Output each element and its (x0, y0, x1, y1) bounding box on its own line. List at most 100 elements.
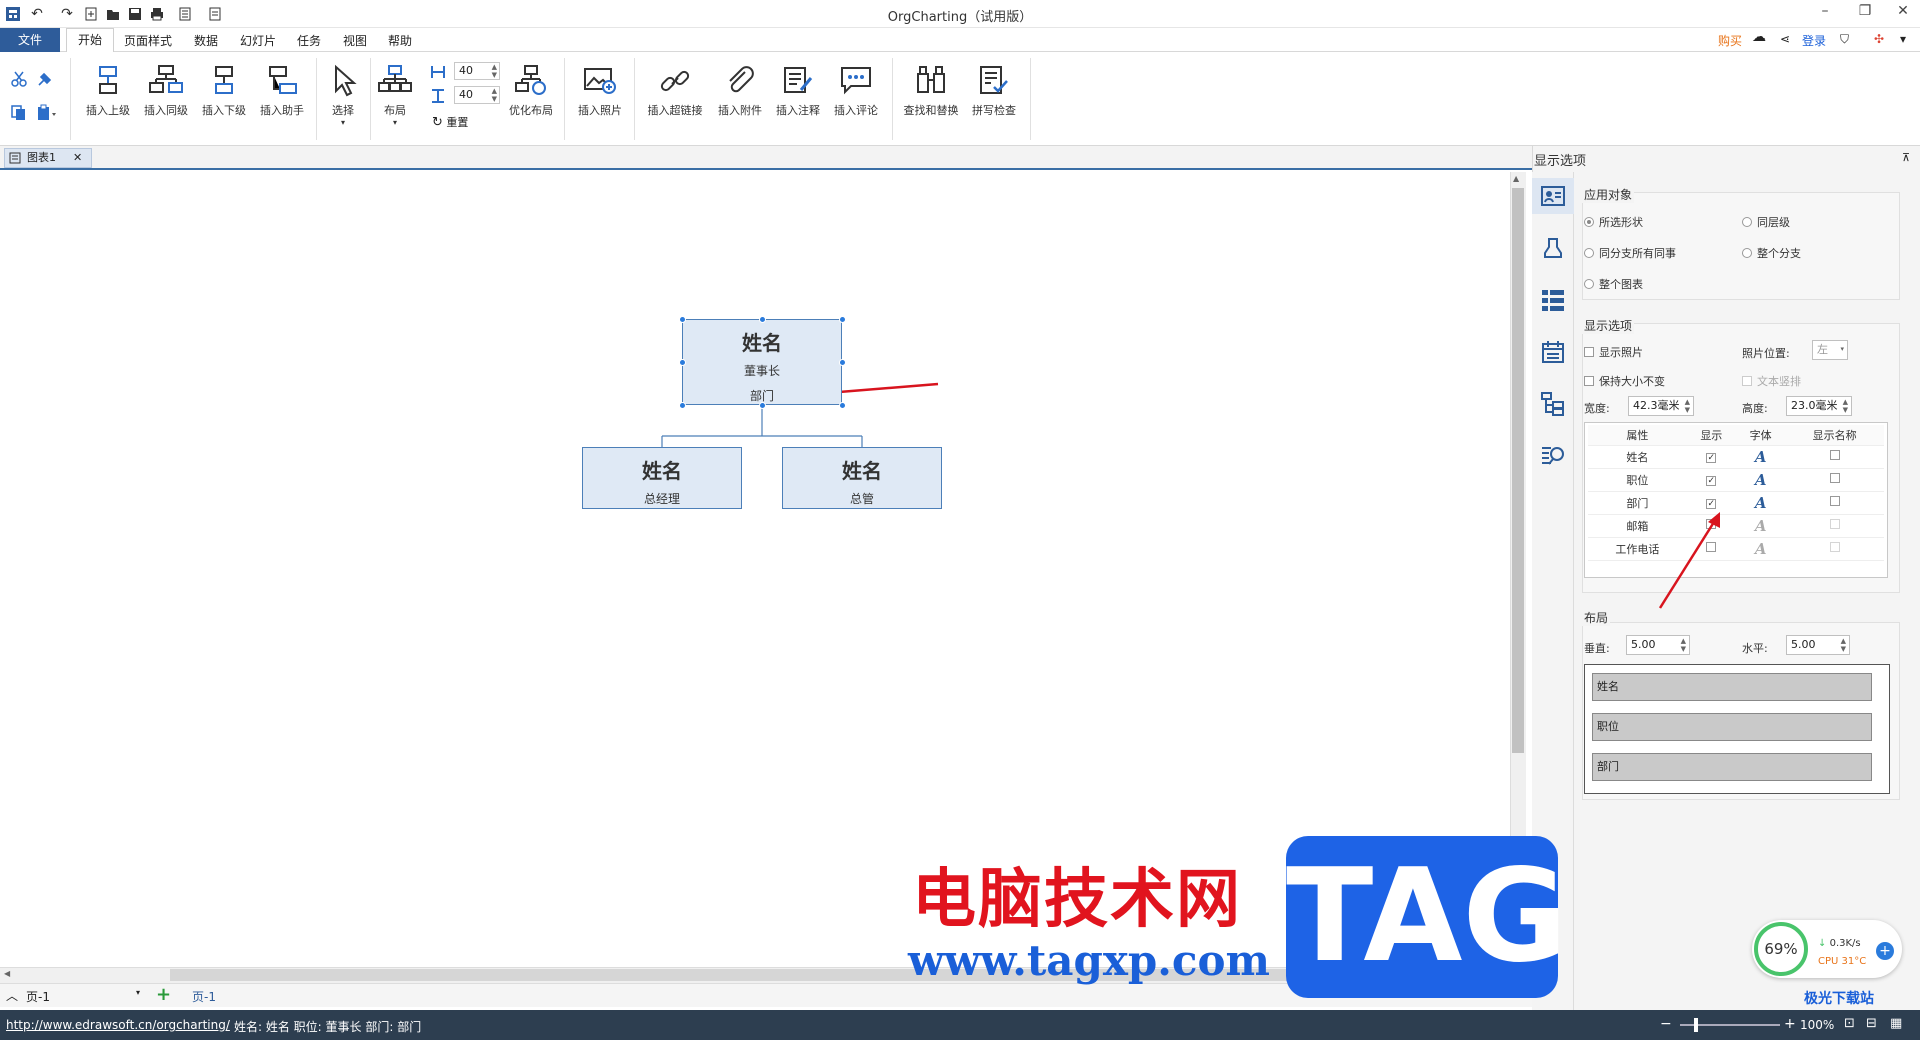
pin-icon[interactable]: ⊼ (1902, 151, 1910, 164)
field-order-item[interactable]: 职位 (1592, 713, 1872, 741)
width-value: 42.3毫米 (1633, 399, 1680, 412)
radio-branch-peers[interactable]: 同分支所有同事 (1584, 245, 1676, 261)
minimize-icon[interactable]: – (1810, 3, 1840, 25)
radio-whole-branch[interactable]: 整个分支 (1742, 245, 1801, 261)
show-name-checkbox[interactable] (1829, 496, 1840, 506)
selection-handle[interactable] (679, 316, 686, 323)
scroll-up-icon[interactable]: ▲ (1513, 174, 1519, 183)
cloud-icon[interactable]: ☁ (1752, 29, 1766, 45)
keep-size-checkbox[interactable]: 保持大小不变 (1584, 373, 1665, 389)
vertical-text-checkbox[interactable]: 文本竖排 (1742, 373, 1801, 389)
watermark-text: 电脑技术网 (912, 863, 1242, 937)
show-checkbox-checked[interactable]: ✓ (1706, 453, 1717, 463)
display-options-icon[interactable] (1532, 178, 1574, 214)
status-info: 姓名: 姓名 职位: 董事长 部门: 部门 (234, 1020, 422, 1034)
spin-arrows-icon[interactable]: ▲ ▼ (1841, 637, 1846, 653)
vertical-scroll-thumb[interactable] (1512, 188, 1524, 753)
radio-whole-chart[interactable]: 整个图表 (1584, 276, 1643, 292)
font-icon[interactable]: A (1755, 517, 1767, 535)
font-icon[interactable]: A (1755, 471, 1767, 489)
full-screen-icon[interactable]: ▦ (1890, 1016, 1902, 1031)
field-order-item[interactable]: 姓名 (1592, 673, 1872, 701)
page-select[interactable]: 页-1 (26, 988, 50, 1005)
org-connectors (661, 382, 939, 447)
radio-dot-icon (1584, 279, 1594, 289)
share-icon[interactable]: ⋖ (1780, 32, 1790, 46)
horizontal-gap-label: 水平: (1742, 642, 1768, 655)
show-name-checkbox[interactable] (1829, 473, 1840, 483)
radio-selected-shapes[interactable]: 所选形状 (1584, 214, 1643, 230)
org-node-child[interactable]: 姓名 总管 (782, 447, 942, 509)
radio-same-level[interactable]: 同层级 (1742, 214, 1790, 230)
selection-handle[interactable] (839, 359, 846, 366)
status-url-link[interactable]: http://www.edrawsoft.cn/orgcharting/ (6, 1018, 230, 1032)
show-photo-checkbox[interactable]: 显示照片 (1584, 344, 1643, 360)
selection-handle[interactable] (839, 402, 846, 409)
buy-link[interactable]: 购买 (1718, 32, 1742, 49)
org-node-root[interactable]: 姓名 董事长 部门 (682, 319, 842, 405)
show-name-checkbox[interactable] (1829, 519, 1840, 529)
selection-handle[interactable] (679, 402, 686, 409)
radio-dot-icon (1742, 217, 1752, 227)
table-row: 部门 ✓ A (1588, 491, 1884, 515)
horizontal-gap-input[interactable]: 5.00 ▲ ▼ (1786, 635, 1850, 655)
show-checkbox-checked[interactable]: ✓ (1706, 476, 1717, 486)
vertical-gap-input[interactable]: 5.00 ▲ ▼ (1626, 635, 1690, 655)
list-view-icon[interactable] (1532, 282, 1574, 318)
selection-handle[interactable] (839, 316, 846, 323)
node-name: 姓名 (742, 331, 782, 355)
zoom-in-icon[interactable]: + (1784, 1016, 1796, 1032)
fit-width-icon[interactable]: ⊟ (1866, 1016, 1877, 1031)
photo-position-value: 左 (1817, 343, 1828, 356)
fit-page-icon[interactable]: ⊡ (1844, 1016, 1855, 1031)
width-label: 宽度: (1584, 402, 1610, 415)
table-row: 姓名 ✓ A (1588, 445, 1884, 469)
spin-arrows-icon[interactable]: ▲ ▼ (1685, 398, 1690, 414)
font-icon[interactable]: A (1755, 448, 1767, 466)
menu-more-icon[interactable]: ▾ (1900, 32, 1906, 46)
selection-handle[interactable] (759, 402, 766, 409)
page-tab[interactable]: 页-1 (192, 988, 216, 1005)
calendar-icon[interactable] (1532, 334, 1574, 370)
show-name-checkbox[interactable] (1829, 542, 1840, 552)
zoom-slider-thumb[interactable] (1694, 1018, 1698, 1032)
org-node-child[interactable]: 姓名 总经理 (582, 447, 742, 509)
radio-label: 整个图表 (1599, 278, 1643, 291)
field-order-item[interactable]: 部门 (1592, 753, 1872, 781)
spin-arrows-icon[interactable]: ▲ ▼ (1681, 637, 1686, 653)
photo-position-select[interactable]: 左 ▾ (1812, 340, 1848, 360)
scroll-left-icon[interactable]: ◀ (4, 969, 10, 978)
net-speed-value: 0.3K/s (1829, 938, 1861, 949)
watermark-tag-logo: TAG (1286, 836, 1568, 998)
plugin-icon[interactable]: ✣ (1874, 32, 1884, 46)
close-icon[interactable]: ✕ (1888, 3, 1918, 25)
download-arrow-icon: ↓ (1818, 938, 1827, 949)
spin-arrows-icon[interactable]: ▲ ▼ (1843, 398, 1848, 414)
page-dropdown-icon[interactable]: ▾ (136, 988, 140, 997)
site-watermark: 极光下载站 (1804, 991, 1874, 1007)
radio-dot-icon (1584, 248, 1594, 258)
font-icon[interactable]: A (1755, 540, 1767, 558)
dropdown-arrow-icon[interactable]: ▾ (1840, 345, 1844, 353)
login-link[interactable]: 登录 (1802, 32, 1826, 49)
horizontal-gap-value: 5.00 (1791, 638, 1816, 651)
show-name-checkbox[interactable] (1829, 450, 1840, 460)
table-row: 工作电话 A (1588, 537, 1884, 561)
tree-view-icon[interactable] (1532, 386, 1574, 422)
selection-handle[interactable] (679, 359, 686, 366)
shirt-icon[interactable]: ⛉ (1840, 32, 1849, 47)
page-up-icon[interactable]: ︿ (6, 987, 18, 1004)
attr-name: 姓名 (1588, 445, 1687, 469)
width-input[interactable]: 42.3毫米 ▲ ▼ (1628, 396, 1694, 416)
search-icon[interactable] (1532, 438, 1574, 474)
node-name: 姓名 (642, 459, 682, 483)
restore-icon[interactable]: ❐ (1850, 3, 1880, 25)
height-input[interactable]: 23.0毫米 ▲ ▼ (1786, 396, 1852, 416)
selection-handle[interactable] (759, 316, 766, 323)
add-page-icon[interactable]: + (156, 984, 171, 1005)
style-icon[interactable] (1532, 230, 1574, 266)
checkbox-label: 显示照片 (1599, 346, 1643, 359)
font-icon[interactable]: A (1755, 494, 1767, 512)
zoom-out-icon[interactable]: − (1660, 1016, 1672, 1032)
widget-plus-icon[interactable]: + (1876, 942, 1894, 960)
